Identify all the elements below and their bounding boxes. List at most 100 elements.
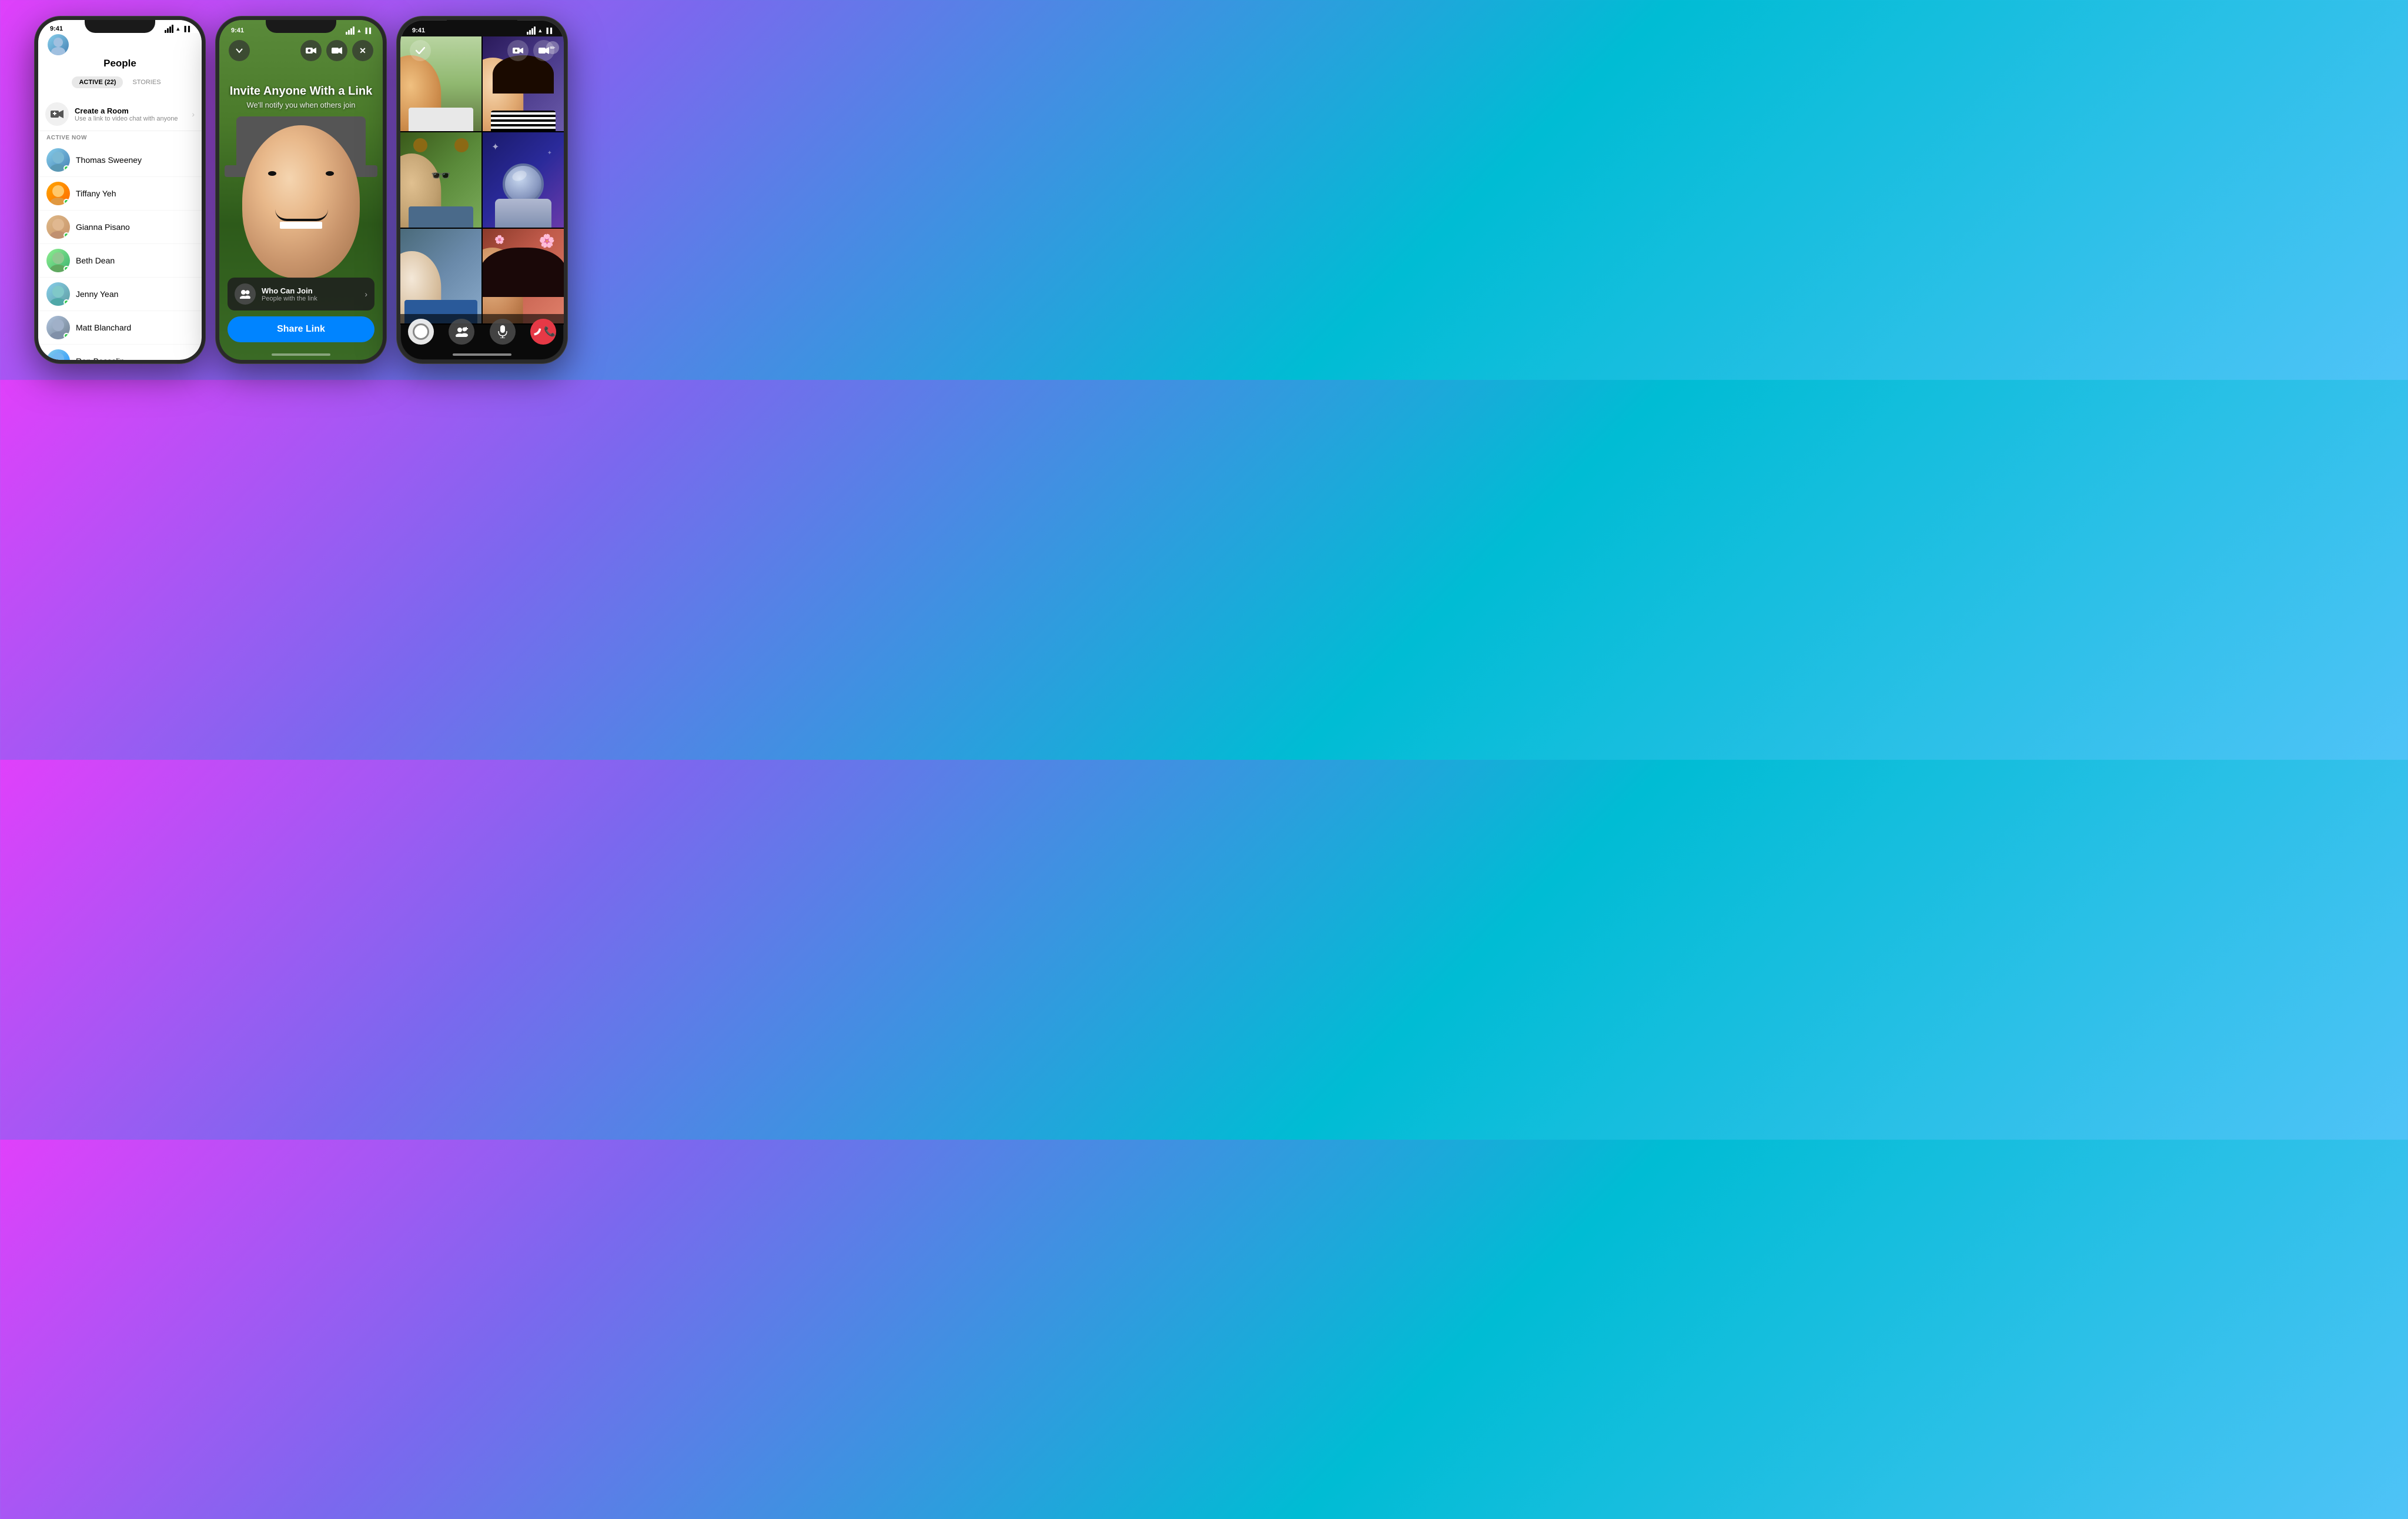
end-call-button[interactable]: 📞 <box>530 319 556 345</box>
battery-icon: ▐▐ <box>182 26 190 32</box>
tabs-container: ACTIVE (22) STORIES <box>48 74 192 93</box>
home-indicator-2 <box>272 353 330 356</box>
status-time-3: 9:41 <box>412 27 425 34</box>
create-room-subtitle: Use a link to video chat with anyone <box>75 115 186 122</box>
status-bar-2: 9:41 ▲ ▐▐ <box>219 20 383 36</box>
contact-gianna[interactable]: Gianna Pisano <box>38 211 202 244</box>
status-bar-3: 9:41 ▲ ▐▐ <box>400 20 564 36</box>
video-grid: ✏ 🕶️ ✦ ✦ <box>400 36 564 325</box>
online-dot-matt <box>63 333 69 339</box>
online-dot-jenny <box>63 299 69 305</box>
signal-bars-1 <box>165 25 173 33</box>
invite-subtitle: We'll notify you when others join <box>219 101 383 109</box>
phone3-video-button[interactable] <box>533 40 554 61</box>
wifi-icon: ▲ <box>175 26 180 32</box>
phone-2: 9:41 ▲ ▐▐ <box>216 16 386 363</box>
grid-cell-3: 🕶️ <box>400 132 481 227</box>
end-call-icon <box>531 328 544 336</box>
status-time-2: 9:41 <box>231 27 244 34</box>
battery-icon-2: ▐▐ <box>363 28 371 34</box>
camera-flip-button[interactable] <box>300 40 322 61</box>
my-avatar[interactable] <box>48 34 69 55</box>
contact-name-ron: Ron Besselin <box>76 356 125 360</box>
who-can-join-text: Who Can Join People with the link <box>262 286 359 302</box>
create-room-chevron: › <box>192 109 195 119</box>
online-dot-tiffany <box>63 199 69 205</box>
contact-matt[interactable]: Matt Blanchard <box>38 311 202 345</box>
avatar-gianna <box>46 215 70 239</box>
microphone-icon <box>498 325 507 338</box>
avatar-svg <box>48 34 69 55</box>
add-people-button[interactable] <box>449 319 474 345</box>
avatar-matt <box>46 316 70 339</box>
status-icons-2: ▲ ▐▐ <box>346 26 371 35</box>
phone3-right-controls <box>507 40 554 61</box>
create-room-text: Create a Room Use a link to video chat w… <box>75 106 186 122</box>
phone3-top-controls <box>400 40 564 61</box>
phone1-header: People ACTIVE (22) STORIES <box>38 33 202 98</box>
battery-icon-3: ▐▐ <box>544 28 552 34</box>
plus-video-icon <box>51 108 63 121</box>
person-face <box>242 125 360 278</box>
close-button[interactable]: ✕ <box>352 40 373 61</box>
screen-2: 9:41 ▲ ▐▐ <box>219 20 383 360</box>
contact-name-thomas: Thomas Sweeney <box>76 155 142 165</box>
active-now-label: ACTIVE NOW <box>38 131 202 143</box>
bear-ear-left <box>413 138 427 152</box>
online-dot-thomas <box>63 165 69 171</box>
screen-1: 9:41 ▲ ▐▐ <box>38 20 202 360</box>
wifi-icon-3: ▲ <box>537 28 543 34</box>
phone3-camera-button[interactable] <box>507 40 529 61</box>
create-room-row[interactable]: Create a Room Use a link to video chat w… <box>38 98 202 131</box>
avatar-tiffany <box>46 182 70 205</box>
contact-name-matt: Matt Blanchard <box>76 323 131 332</box>
grid-cell-5 <box>400 229 481 323</box>
home-indicator-3 <box>453 353 511 356</box>
video-icon-3 <box>539 46 549 55</box>
phone1-content: 9:41 ▲ ▐▐ <box>38 20 202 360</box>
signal-bars-3 <box>527 26 536 35</box>
share-link-button[interactable]: Share Link <box>228 316 374 342</box>
who-can-join-icon <box>235 283 256 305</box>
camera-icon-3 <box>513 46 523 55</box>
wifi-icon-2: ▲ <box>356 28 362 34</box>
person-container <box>242 113 360 266</box>
contact-beth[interactable]: Beth Dean <box>38 244 202 278</box>
flower-crown-icon: 🌸 <box>539 233 555 249</box>
contact-name-beth: Beth Dean <box>76 256 115 265</box>
contact-jenny[interactable]: Jenny Yean <box>38 278 202 311</box>
create-room-icon <box>45 102 69 126</box>
grid-cell-6: 🌸 🌸 <box>483 229 564 323</box>
phone-3: 9:41 ▲ ▐▐ <box>397 16 567 363</box>
minimize-button[interactable] <box>229 40 250 61</box>
close-icon: ✕ <box>359 46 366 56</box>
status-icons-3: ▲ ▐▐ <box>527 26 552 35</box>
camera-flip-icon <box>306 46 316 55</box>
check-icon <box>416 47 425 54</box>
contact-thomas[interactable]: Thomas Sweeney <box>38 143 202 177</box>
invite-text-area: Invite Anyone With a Link We'll notify y… <box>219 85 383 109</box>
contact-tiffany[interactable]: Tiffany Yeh <box>38 177 202 211</box>
phone2-bottom-area: Who Can Join People with the link › Shar… <box>219 271 383 360</box>
contact-ron[interactable]: Ron Besselin <box>38 345 202 360</box>
phone3-check-button[interactable] <box>410 40 431 61</box>
chevron-down-icon <box>235 46 244 55</box>
contact-name-jenny: Jenny Yean <box>76 289 118 299</box>
tab-active[interactable]: ACTIVE (22) <box>72 76 123 88</box>
avatar-ron <box>46 349 70 360</box>
grid-cell-4: ✦ ✦ <box>483 132 564 227</box>
signal-bars-2 <box>346 26 354 35</box>
screen-3: 9:41 ▲ ▐▐ <box>400 20 564 360</box>
who-can-join-chevron: › <box>364 289 367 299</box>
capture-button[interactable] <box>408 319 434 345</box>
status-icons-1: ▲ ▐▐ <box>165 25 190 33</box>
online-dot-gianna <box>63 232 69 238</box>
tab-stories[interactable]: STORIES <box>125 76 168 88</box>
video-button[interactable] <box>326 40 347 61</box>
contact-name-gianna: Gianna Pisano <box>76 222 130 232</box>
who-can-join-subtitle: People with the link <box>262 295 359 302</box>
who-can-join-row[interactable]: Who Can Join People with the link › <box>228 278 374 311</box>
bear-ear-right <box>454 138 469 152</box>
page-title: People <box>48 58 192 74</box>
mute-button[interactable] <box>490 319 516 345</box>
